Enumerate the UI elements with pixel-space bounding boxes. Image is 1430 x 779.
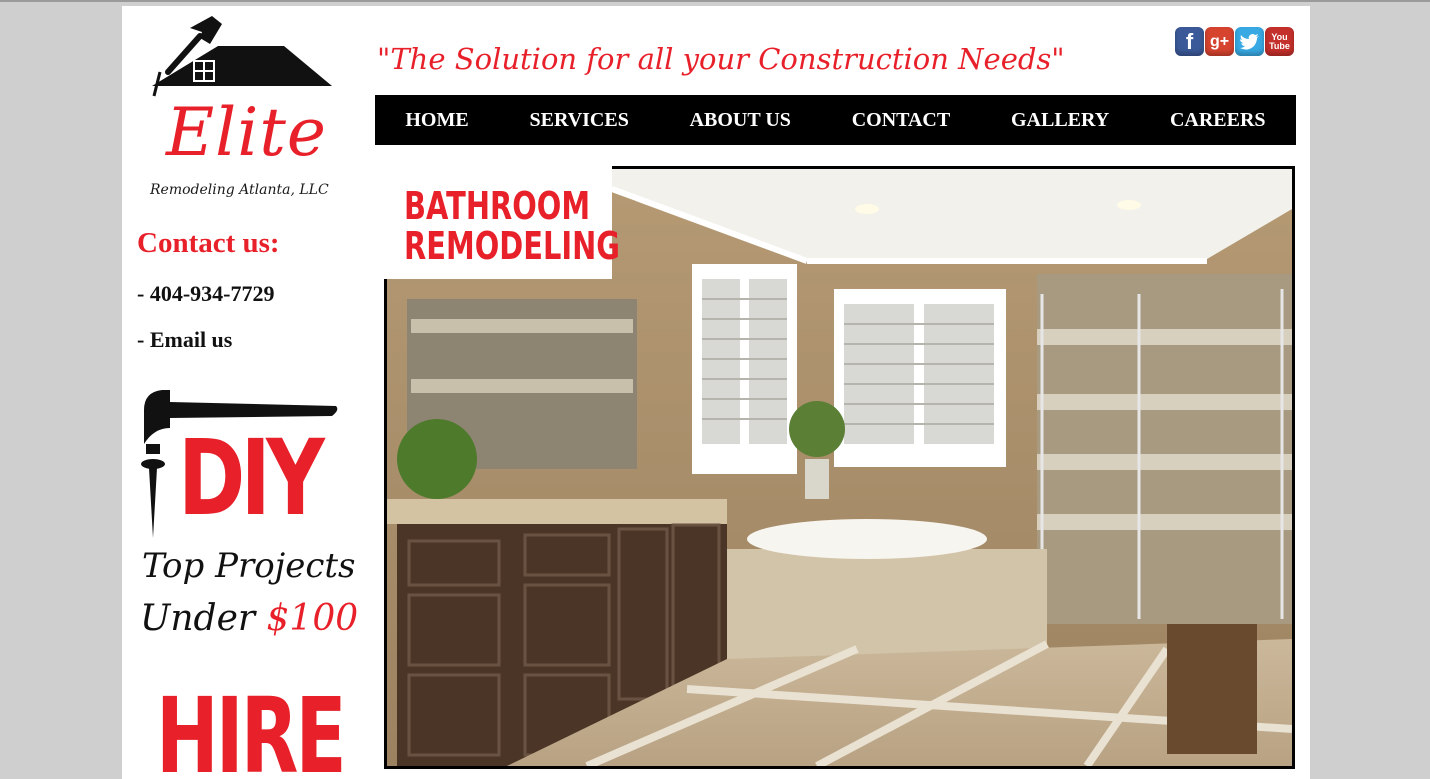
window-top-border bbox=[0, 0, 1430, 2]
diy-subheading: Top Projects bbox=[142, 546, 356, 586]
hero-label-line2: REMODELING bbox=[404, 224, 620, 268]
youtube-icon[interactable]: You Tube bbox=[1265, 27, 1294, 56]
nav-home[interactable]: HOME bbox=[405, 109, 468, 132]
phone-number: - 404-934-7729 bbox=[137, 281, 275, 306]
twitter-bird-icon bbox=[1239, 33, 1259, 50]
contact-title: Contact us: bbox=[137, 227, 280, 259]
hero-label-line1: BATHROOM bbox=[404, 184, 591, 228]
youtube-label-bottom: Tube bbox=[1269, 40, 1290, 51]
diy-promo-banner[interactable]: DIY Top Projects Under $100 bbox=[136, 388, 358, 648]
diy-price-line: Under $100 bbox=[140, 598, 358, 639]
diy-heading: DIY bbox=[178, 417, 325, 539]
brand-logo[interactable]: Elite Remodeling Atlanta, LLC bbox=[140, 14, 340, 199]
nav-contact[interactable]: CONTACT bbox=[852, 109, 951, 132]
nav-careers[interactable]: CAREERS bbox=[1170, 109, 1266, 132]
diy-price: $100 bbox=[266, 598, 359, 639]
hire-promo-banner[interactable]: HIRE bbox=[156, 684, 347, 779]
site-tagline: "The Solution for all your Construction … bbox=[377, 42, 1065, 76]
social-links: f g+ You Tube bbox=[1175, 27, 1294, 56]
hero-label: BATHROOM REMODELING bbox=[404, 186, 620, 266]
nav-about-us[interactable]: ABOUT US bbox=[690, 109, 791, 132]
roof-hammer-icon bbox=[152, 16, 332, 97]
facebook-icon[interactable]: f bbox=[1175, 27, 1204, 56]
page-container: Elite Remodeling Atlanta, LLC Contact us… bbox=[122, 6, 1310, 779]
main-nav: HOME SERVICES ABOUT US CONTACT GALLERY C… bbox=[375, 95, 1296, 145]
brand-subtitle: Remodeling Atlanta, LLC bbox=[150, 182, 329, 198]
nav-gallery[interactable]: GALLERY bbox=[1011, 109, 1109, 132]
google-plus-icon[interactable]: g+ bbox=[1205, 27, 1234, 56]
nav-services[interactable]: SERVICES bbox=[529, 109, 628, 132]
twitter-icon[interactable] bbox=[1235, 27, 1264, 56]
email-link[interactable]: - Email us bbox=[137, 327, 232, 353]
brand-name: Elite bbox=[166, 94, 327, 171]
diy-price-prefix: Under bbox=[140, 598, 267, 639]
